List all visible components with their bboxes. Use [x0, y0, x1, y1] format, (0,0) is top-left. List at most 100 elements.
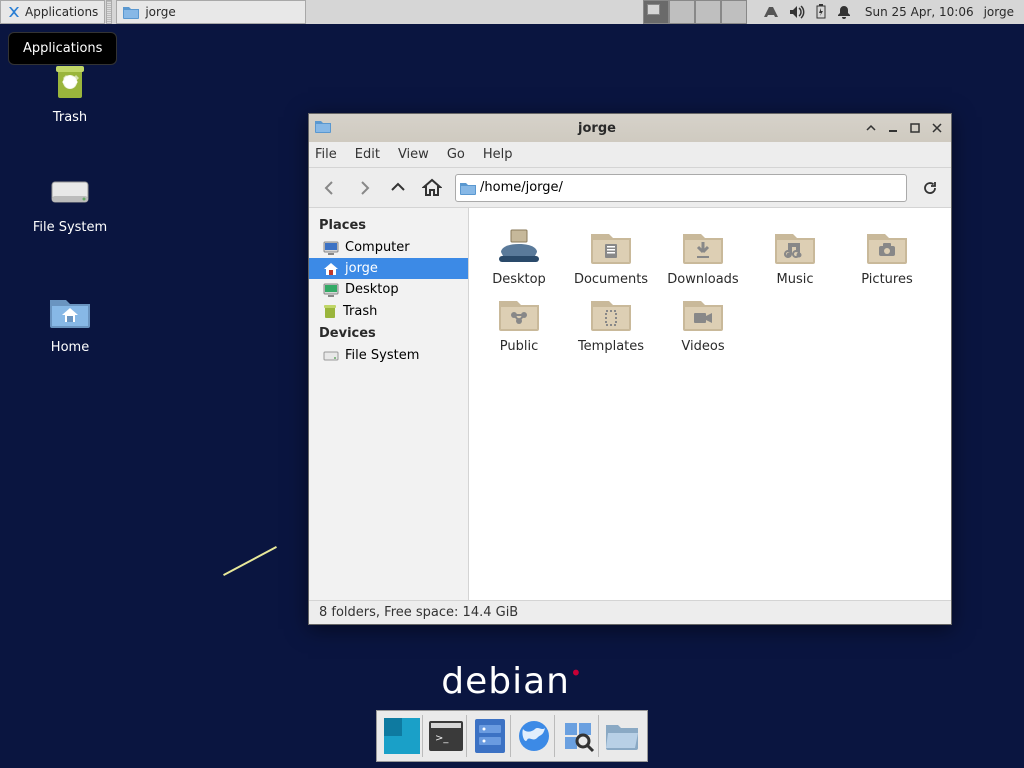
- sidebar-item-desktop[interactable]: Desktop: [309, 279, 468, 300]
- folder-open-icon: [604, 721, 640, 751]
- folder-icon: [495, 224, 543, 266]
- up-button[interactable]: [383, 173, 413, 203]
- drive-icon: [46, 166, 94, 214]
- sidebar-item-trash[interactable]: Trash: [309, 300, 468, 322]
- file-item-desktop[interactable]: Desktop: [479, 224, 559, 287]
- sidebar-item-label: Trash: [343, 304, 377, 319]
- file-item-label: Music: [755, 272, 835, 287]
- folder-icon: [679, 291, 727, 333]
- bottom-dock: >_: [376, 710, 648, 762]
- computer-icon: [323, 241, 339, 255]
- file-item-templates[interactable]: Templates: [571, 291, 651, 354]
- menubar: File Edit View Go Help: [309, 142, 951, 168]
- dock-web[interactable]: [513, 715, 555, 757]
- user-menu[interactable]: jorge: [980, 5, 1024, 19]
- icon-view[interactable]: Desktop Documents Downloads Music Pictures Pu…: [469, 208, 951, 600]
- forward-button[interactable]: [349, 173, 379, 203]
- file-item-documents[interactable]: Documents: [571, 224, 651, 287]
- folder-icon: [771, 224, 819, 266]
- file-item-videos[interactable]: Videos: [663, 291, 743, 354]
- desktop-icon-trash[interactable]: Trash: [20, 56, 120, 125]
- network-icon[interactable]: [763, 6, 779, 18]
- dock-show-desktop[interactable]: [381, 715, 423, 757]
- workspace-1[interactable]: [643, 0, 669, 24]
- file-item-pictures[interactable]: Pictures: [847, 224, 927, 287]
- workspace-3[interactable]: [695, 0, 721, 24]
- power-icon[interactable]: [815, 4, 827, 20]
- reload-button[interactable]: [915, 173, 945, 203]
- show-desktop-icon: [384, 718, 420, 754]
- sidebar-heading-devices: Devices: [309, 322, 468, 345]
- back-button[interactable]: [315, 173, 345, 203]
- panel-grip[interactable]: [106, 0, 112, 24]
- workspace-switcher[interactable]: [643, 0, 747, 24]
- file-item-label: Videos: [663, 339, 743, 354]
- dock-files[interactable]: [469, 715, 511, 757]
- path-text: /home/jorge/: [480, 180, 563, 195]
- sidebar-item-home[interactable]: jorge: [309, 258, 468, 279]
- sidebar: Places Computer jorge Desktop Trash Devi…: [309, 208, 469, 600]
- menu-edit[interactable]: Edit: [355, 147, 380, 162]
- chevron-up-icon: [866, 123, 876, 133]
- desktop-icon-filesystem[interactable]: File System: [20, 166, 120, 235]
- taskbar-item-jorge[interactable]: jorge: [116, 0, 306, 24]
- maximize-icon: [910, 123, 920, 133]
- folder-icon: [587, 224, 635, 266]
- wallpaper-line: [223, 546, 277, 576]
- dock-search[interactable]: [557, 715, 599, 757]
- titlebar[interactable]: jorge: [309, 114, 951, 142]
- folder-icon: [679, 224, 727, 266]
- applications-menu-button[interactable]: Applications: [0, 0, 105, 24]
- workspace-2[interactable]: [669, 0, 695, 24]
- file-item-music[interactable]: Music: [755, 224, 835, 287]
- xfce-logo-icon: [7, 5, 21, 19]
- close-icon: [932, 123, 942, 133]
- file-manager-window: jorge File Edit View Go Help /home/jorge…: [308, 113, 952, 625]
- home-icon: [323, 262, 339, 276]
- trash-icon: [323, 303, 337, 319]
- menu-view[interactable]: View: [398, 147, 429, 162]
- window-icon: [315, 119, 331, 137]
- volume-icon[interactable]: [789, 5, 805, 19]
- desktop-icon-home[interactable]: Home: [20, 286, 120, 355]
- file-item-public[interactable]: Public: [479, 291, 559, 354]
- menu-go[interactable]: Go: [447, 147, 465, 162]
- maximize-button[interactable]: [907, 120, 923, 136]
- menu-file[interactable]: File: [315, 147, 337, 162]
- sidebar-item-label: File System: [345, 348, 419, 363]
- home-button[interactable]: [417, 173, 447, 203]
- file-item-label: Documents: [571, 272, 651, 287]
- home-folder-icon: [46, 286, 94, 334]
- window-title: jorge: [337, 121, 857, 136]
- sidebar-item-computer[interactable]: Computer: [309, 237, 468, 258]
- taskbar-item-label: jorge: [145, 5, 175, 19]
- chevron-up-icon: [390, 180, 406, 196]
- statusbar: 8 folders, Free space: 14.4 GiB: [309, 600, 951, 624]
- notification-bell-icon[interactable]: [837, 5, 851, 19]
- appfinder-icon: [561, 719, 595, 753]
- top-panel: Applications jorge Sun 25 Apr, 10:06 jor…: [0, 0, 1024, 24]
- minimize-button[interactable]: [885, 120, 901, 136]
- globe-icon: [517, 719, 551, 753]
- clock[interactable]: Sun 25 Apr, 10:06: [859, 5, 980, 19]
- desktop-icon-label: Trash: [20, 110, 120, 125]
- sidebar-item-label: Computer: [345, 240, 410, 255]
- dock-folder[interactable]: [601, 715, 643, 757]
- dock-terminal[interactable]: >_: [425, 715, 467, 757]
- folder-icon: [587, 291, 635, 333]
- files-icon: [475, 719, 505, 753]
- desktop-icon-label: Home: [20, 340, 120, 355]
- file-item-downloads[interactable]: Downloads: [663, 224, 743, 287]
- svg-text:>_: >_: [435, 733, 449, 744]
- sidebar-heading-places: Places: [309, 214, 468, 237]
- menu-help[interactable]: Help: [483, 147, 513, 162]
- window-menu-button[interactable]: [863, 120, 879, 136]
- terminal-icon: >_: [429, 721, 463, 751]
- close-button[interactable]: [929, 120, 945, 136]
- folder-icon: [863, 224, 911, 266]
- folder-icon: [123, 5, 139, 19]
- workspace-4[interactable]: [721, 0, 747, 24]
- path-entry[interactable]: /home/jorge/: [455, 174, 907, 202]
- sidebar-item-filesystem[interactable]: File System: [309, 345, 468, 366]
- folder-icon: [495, 291, 543, 333]
